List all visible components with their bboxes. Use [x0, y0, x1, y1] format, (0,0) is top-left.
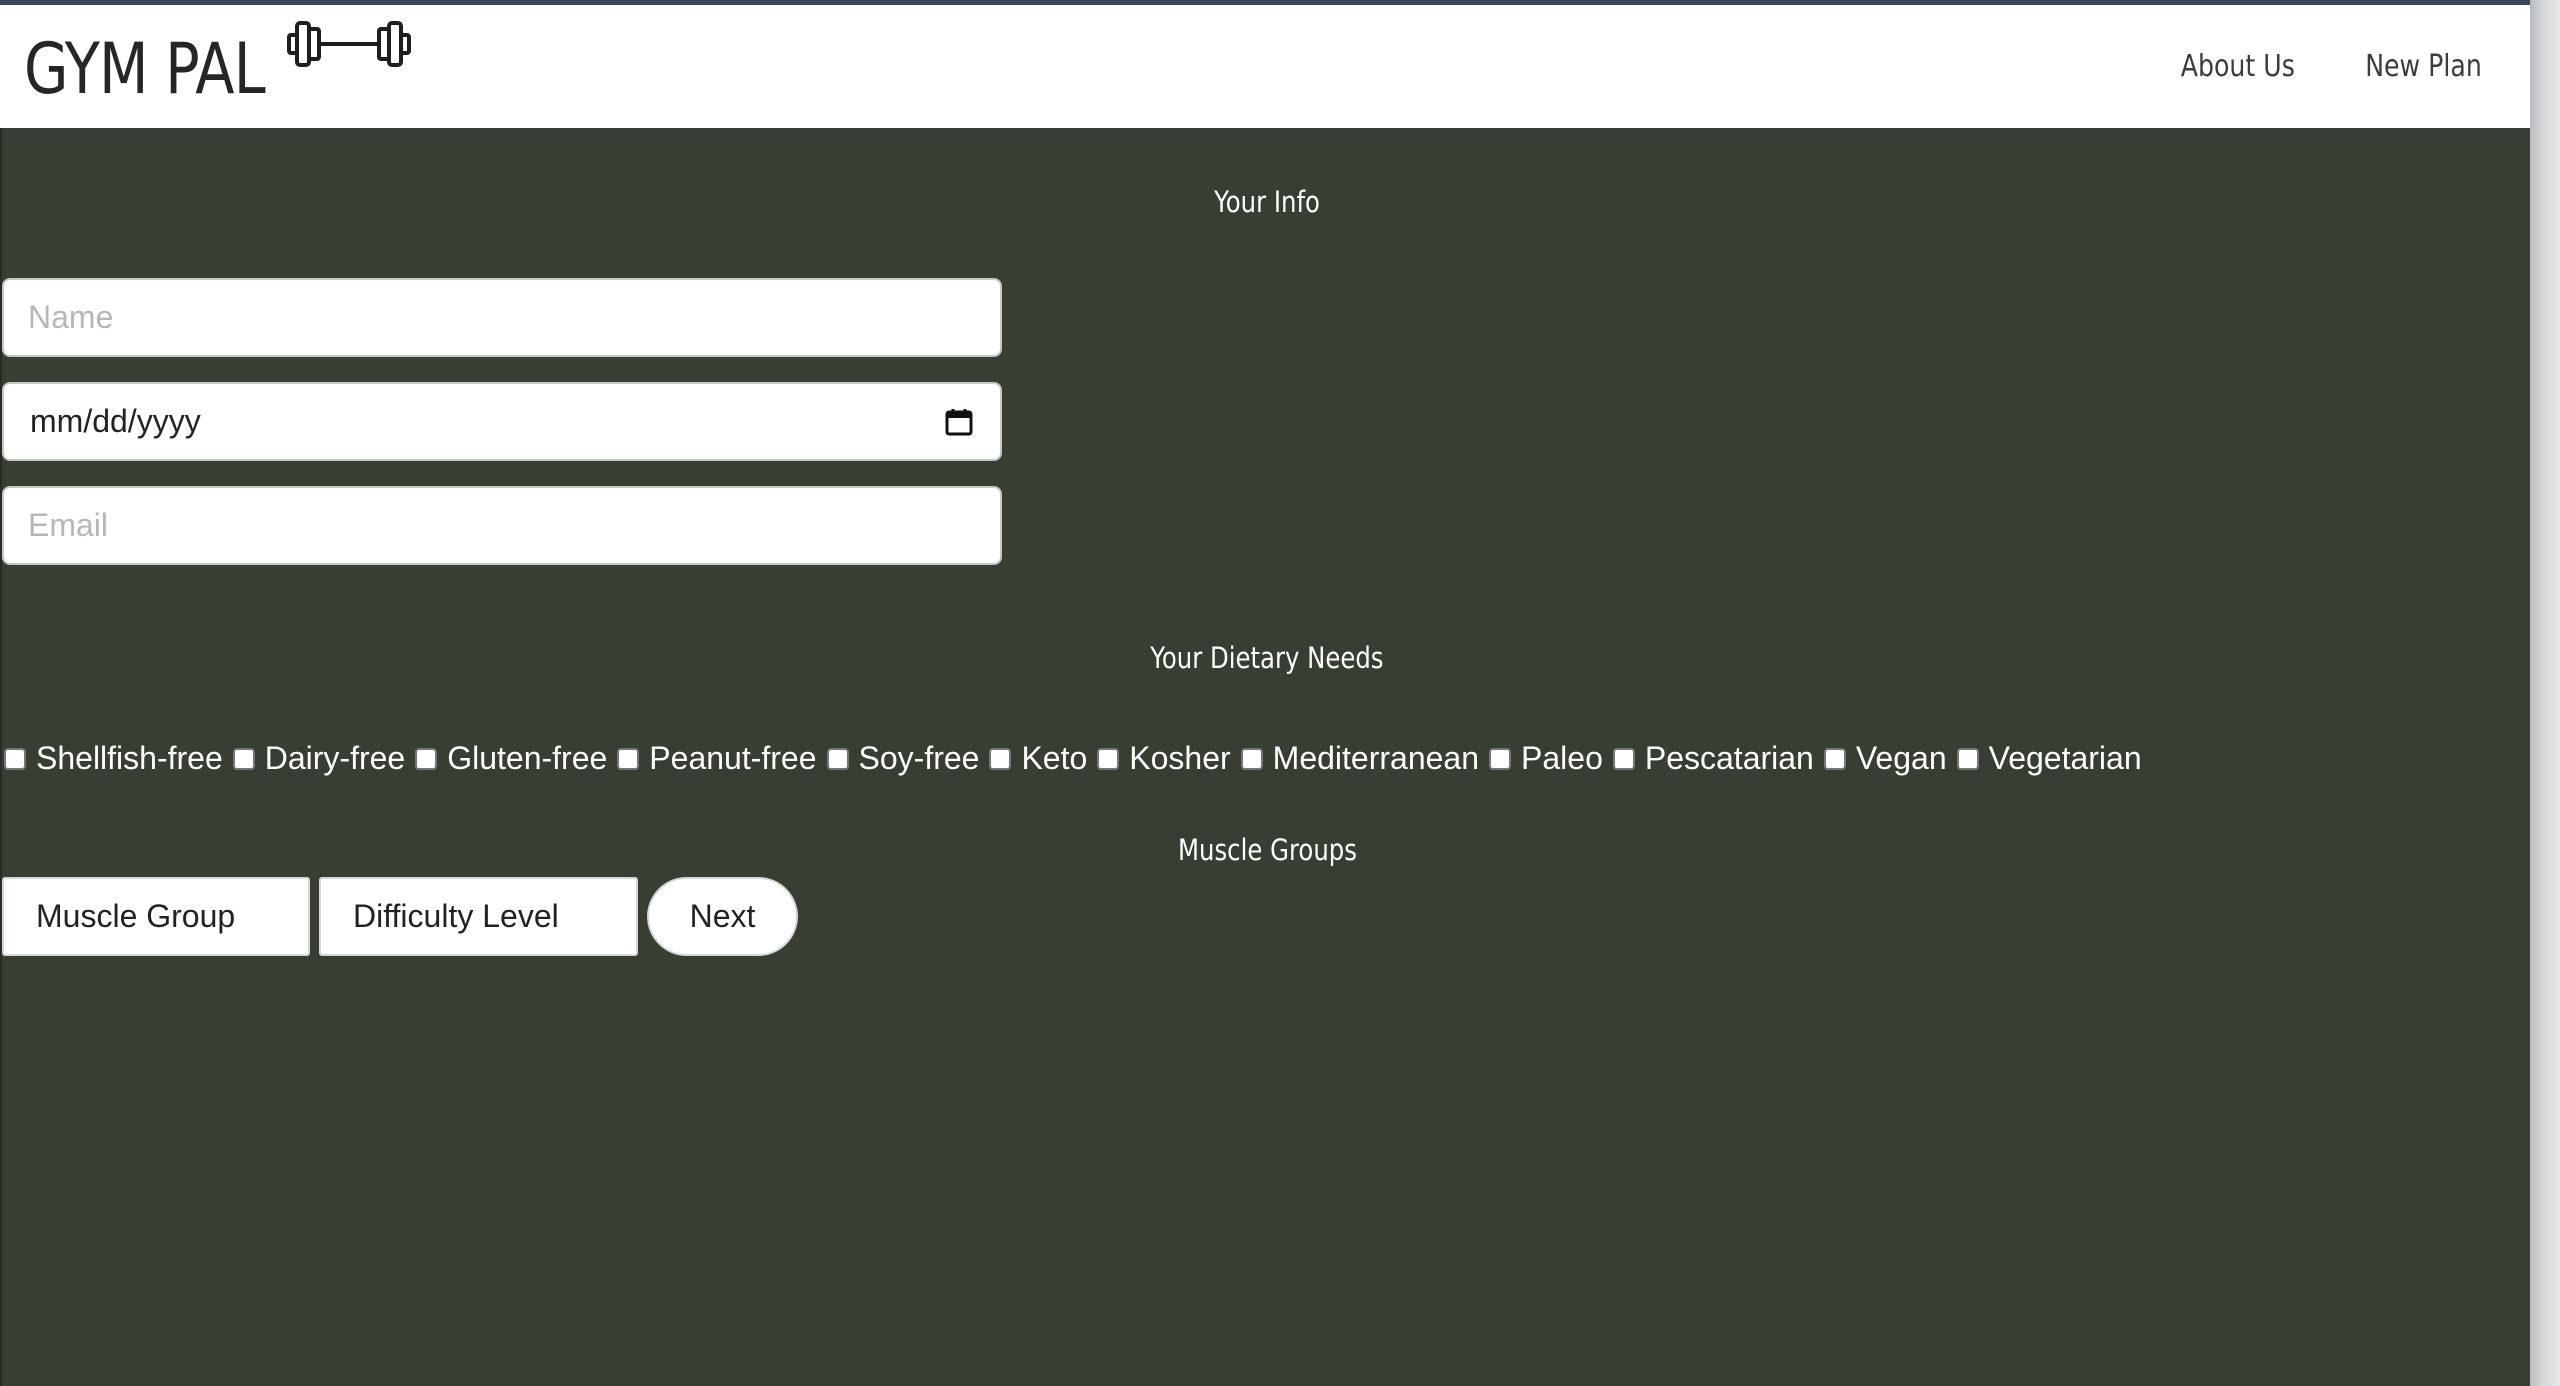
top-nav: About Us New Plan [2159, 49, 2482, 84]
name-input[interactable] [2, 278, 1002, 357]
diet-option-vegan[interactable]: Vegan [1822, 740, 1955, 777]
diet-option-keto[interactable]: Keto [987, 740, 1095, 777]
muscle-group-controls: Muscle Group Difficulty Level Next [2, 877, 798, 956]
checkbox[interactable] [232, 747, 255, 770]
checkbox[interactable] [1489, 747, 1512, 770]
checkbox[interactable] [1240, 747, 1263, 770]
checkbox[interactable] [1097, 747, 1120, 770]
diet-option-kosher[interactable]: Kosher [1095, 740, 1238, 777]
diet-option-dairy-free[interactable]: Dairy-free [231, 740, 413, 777]
checkbox[interactable] [617, 747, 640, 770]
diet-option-soy-free[interactable]: Soy-free [825, 740, 988, 777]
diet-option-gluten-free[interactable]: Gluten-free [413, 740, 615, 777]
checkbox[interactable] [826, 747, 849, 770]
dietary-options: Shellfish-free Dairy-free Gluten-free Pe… [2, 740, 2150, 777]
diet-option-shellfish-free[interactable]: Shellfish-free [2, 740, 231, 777]
browser-window: GYM PAL About Us New Plan Your Info mm/d… [0, 0, 2530, 1386]
calendar-icon[interactable] [944, 407, 974, 437]
checkbox[interactable] [1823, 747, 1846, 770]
diet-option-vegetarian[interactable]: Vegetarian [1955, 740, 2150, 777]
checkbox[interactable] [1956, 747, 1979, 770]
muscle-group-select[interactable]: Muscle Group [2, 877, 310, 956]
nav-about-us[interactable]: About Us [2181, 49, 2295, 84]
diet-option-paleo[interactable]: Paleo [1487, 740, 1611, 777]
checkbox[interactable] [989, 747, 1012, 770]
barbell-icon [287, 21, 411, 67]
nav-new-plan[interactable]: New Plan [2365, 49, 2482, 84]
brand-logo-link[interactable]: GYM PAL [24, 28, 318, 110]
site-header: GYM PAL About Us New Plan [0, 5, 2530, 128]
next-button[interactable]: Next [647, 877, 798, 956]
plan-form: Your Info mm/dd/yyyy Your Dietary Needs … [0, 128, 2530, 1386]
checkbox[interactable] [1612, 747, 1635, 770]
diet-option-mediterranean[interactable]: Mediterranean [1239, 740, 1487, 777]
dietary-needs-heading: Your Dietary Needs [1150, 641, 1384, 675]
difficulty-level-select[interactable]: Difficulty Level [319, 877, 638, 956]
muscle-groups-heading: Muscle Groups [1177, 833, 1357, 867]
date-of-birth-input[interactable]: mm/dd/yyyy [2, 382, 1002, 461]
brand-name: GYM PAL [24, 28, 266, 110]
date-placeholder: mm/dd/yyyy [30, 403, 201, 439]
checkbox[interactable] [4, 747, 26, 770]
window-edge [2530, 0, 2560, 1386]
diet-option-pescatarian[interactable]: Pescatarian [1611, 740, 1822, 777]
your-info-heading: Your Info [1214, 185, 1320, 219]
checkbox[interactable] [415, 747, 438, 770]
email-input[interactable] [2, 486, 1002, 565]
diet-option-peanut-free[interactable]: Peanut-free [615, 740, 824, 777]
